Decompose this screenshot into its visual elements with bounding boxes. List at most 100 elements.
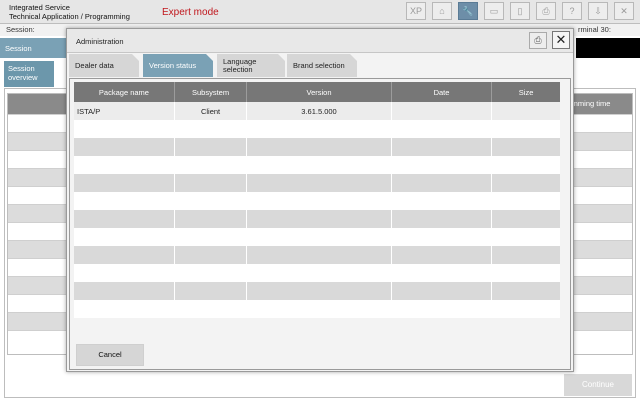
table-row[interactable]: ISTA/P Client 3.61.5.000	[74, 102, 560, 120]
tab-label: Version status	[149, 60, 197, 70]
table-cell	[173, 300, 247, 318]
table-cell	[246, 174, 392, 192]
table-cell	[390, 120, 492, 138]
table-cell	[491, 156, 560, 174]
tab-label: Language selection	[223, 56, 257, 74]
table-row[interactable]	[74, 210, 560, 228]
session-label: Session:	[6, 25, 35, 34]
table-row[interactable]	[74, 156, 560, 174]
table-cell	[390, 300, 492, 318]
dialog-titlebar: Administration ⎙ ✕	[67, 29, 573, 53]
table-cell	[491, 210, 560, 228]
table-cell	[390, 246, 492, 264]
table-cell	[173, 156, 247, 174]
table-cell	[173, 138, 247, 156]
xp-icon[interactable]: XP	[406, 2, 426, 20]
table-cell	[173, 264, 247, 282]
tab-label: Brand selection	[293, 60, 345, 70]
table-row[interactable]	[74, 282, 560, 300]
table-cell	[390, 174, 492, 192]
cell-subsystem: Client	[173, 102, 247, 120]
table-row[interactable]	[74, 300, 560, 318]
close-icon[interactable]: ✕	[552, 31, 570, 49]
table-cell	[246, 138, 392, 156]
version-status-panel: Package name Subsystem Version Date Size…	[69, 78, 571, 370]
table-row[interactable]	[74, 138, 560, 156]
table-cell	[491, 138, 560, 156]
app-title: Integrated Service Technical Application…	[9, 3, 130, 21]
tab-label: Dealer data	[75, 60, 114, 70]
table-header-row: Package name Subsystem Version Date Size	[74, 82, 560, 102]
cell-version: 3.61.5.000	[246, 102, 392, 120]
table-cell	[390, 228, 492, 246]
column-header-version[interactable]: Version	[246, 82, 392, 102]
table-cell	[74, 210, 175, 228]
print-icon[interactable]: ⎙	[529, 32, 547, 49]
session-overview-tab[interactable]: Session overview	[4, 61, 54, 87]
table-cell	[74, 138, 175, 156]
tab-language-selection[interactable]: Language selection	[217, 54, 285, 77]
column-header-subsystem[interactable]: Subsystem	[173, 82, 247, 102]
table-row[interactable]	[74, 246, 560, 264]
cell-date	[390, 102, 492, 120]
table-cell	[173, 228, 247, 246]
table-row[interactable]	[74, 192, 560, 210]
table-row[interactable]	[74, 264, 560, 282]
download-icon[interactable]: ⇩	[588, 2, 608, 20]
cell-size	[491, 102, 560, 120]
table-cell	[173, 210, 247, 228]
column-header-size[interactable]: Size	[491, 82, 560, 102]
table-cell	[246, 156, 392, 174]
toolbar: XP ⌂ 🔧 ▭ ▯ ⎙? ⇩ ✕	[406, 2, 634, 20]
table-cell	[173, 246, 247, 264]
cell-package-name: ISTA/P	[74, 102, 175, 120]
table-cell	[246, 120, 392, 138]
session-overview-label-line2: overview	[8, 73, 38, 82]
expert-mode-label: Expert mode	[162, 7, 219, 18]
table-cell	[491, 300, 560, 318]
print-icon[interactable]: ⎙	[536, 2, 556, 20]
tab-version-status[interactable]: Version status	[143, 54, 213, 77]
tab-dealer-data[interactable]: Dealer data	[69, 54, 139, 77]
tab-brand-selection[interactable]: Brand selection	[287, 54, 357, 77]
table-cell	[246, 282, 392, 300]
battery-icon[interactable]: ▯	[510, 2, 530, 20]
table-cell	[246, 300, 392, 318]
continue-button[interactable]: Continue	[564, 374, 632, 396]
table-cell	[173, 282, 247, 300]
cancel-button[interactable]: Cancel	[76, 344, 144, 366]
table-cell	[491, 120, 560, 138]
terminal-label: rminal 30:	[578, 25, 611, 34]
wrench-icon[interactable]: 🔧	[458, 2, 478, 20]
table-cell	[74, 282, 175, 300]
table-cell	[491, 264, 560, 282]
table-row[interactable]	[74, 228, 560, 246]
table-cell	[246, 210, 392, 228]
black-bar	[576, 38, 640, 58]
table-row[interactable]	[74, 120, 560, 138]
session-tab[interactable]: Session	[0, 38, 68, 58]
table-cell	[74, 192, 175, 210]
table-cell	[491, 174, 560, 192]
app-title-line2: Technical Application / Programming	[9, 12, 130, 21]
app-header: Integrated Service Technical Application…	[0, 0, 640, 24]
table-cell	[74, 156, 175, 174]
app-title-line1: Integrated Service	[9, 3, 70, 12]
table-cell	[246, 264, 392, 282]
session-overview-label-line1: Session	[8, 64, 35, 73]
dialog-title: Administration	[76, 37, 124, 46]
column-header-date[interactable]: Date	[390, 82, 492, 102]
version-table: Package name Subsystem Version Date Size…	[74, 82, 560, 318]
table-cell	[390, 264, 492, 282]
vehicle-info-icon[interactable]: ▭	[484, 2, 504, 20]
table-row[interactable]	[74, 174, 560, 192]
home-icon[interactable]: ⌂	[432, 2, 452, 20]
table-cell	[390, 156, 492, 174]
table-cell	[390, 138, 492, 156]
table-cell	[74, 246, 175, 264]
column-header-package-name[interactable]: Package name	[74, 82, 175, 102]
table-cell	[173, 174, 247, 192]
close-icon[interactable]: ✕	[614, 2, 634, 20]
table-cell	[246, 246, 392, 264]
help-icon[interactable]: ?	[562, 2, 582, 20]
